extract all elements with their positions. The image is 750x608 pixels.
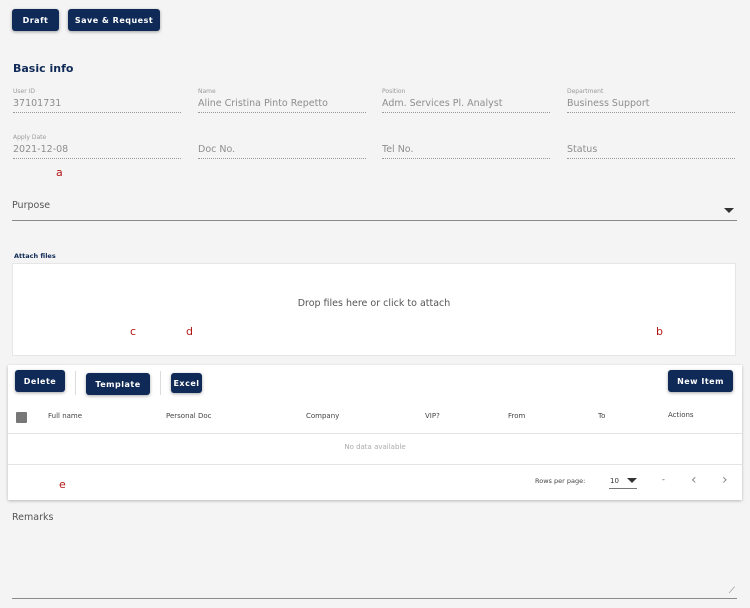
items-table-card: Delete Template Excel New Item Full name… <box>8 365 742 500</box>
marker-b: b <box>656 325 663 338</box>
remarks-textarea[interactable]: Remarks ⟋ <box>12 512 737 599</box>
department-field: Department Business Support <box>567 88 735 113</box>
marker-c: c <box>130 325 137 338</box>
template-button[interactable]: Template <box>86 373 150 395</box>
delete-button[interactable]: Delete <box>15 370 65 392</box>
field-label <box>382 134 550 143</box>
status-field[interactable]: Status <box>567 134 735 159</box>
tel-no-field[interactable]: Tel No. <box>382 134 550 159</box>
field-value: Business Support <box>567 97 735 113</box>
field-value: Aline Cristina Pinto Repetto <box>198 97 366 113</box>
user-id-field: User ID 37101731 <box>13 88 181 113</box>
file-dropzone[interactable]: Drop files here or click to attach c d b <box>12 263 736 356</box>
field-label: User ID <box>13 88 35 95</box>
doc-no-field[interactable]: Doc No. <box>198 134 366 159</box>
marker-d: d <box>186 325 193 338</box>
field-label: Position <box>382 88 406 95</box>
column-header-actions: Actions <box>668 411 694 419</box>
new-item-button[interactable]: New Item <box>668 370 733 392</box>
attach-files-label: Attach files <box>14 252 56 260</box>
rows-per-page-label: Rows per page: <box>535 477 586 485</box>
chevron-down-icon <box>627 478 637 483</box>
remarks-label: Remarks <box>12 512 54 523</box>
field-label: Name <box>198 88 216 95</box>
apply-date-field[interactable]: Apply Date 2021-12-08 <box>13 134 181 159</box>
column-header-to[interactable]: To <box>598 412 605 420</box>
field-label <box>567 134 735 143</box>
rows-per-page-select[interactable]: 10 <box>609 473 637 489</box>
status-input[interactable]: Status <box>567 143 735 159</box>
toolbar-divider <box>160 371 161 395</box>
field-label: Department <box>567 88 604 95</box>
header-divider <box>8 433 742 434</box>
resize-handle-icon[interactable]: ⟋ <box>729 586 735 596</box>
position-field: Position Adm. Services Pl. Analyst <box>382 88 550 113</box>
field-label <box>198 134 366 143</box>
doc-no-input[interactable]: Doc No. <box>198 143 366 159</box>
column-header-full-name[interactable]: Full name <box>48 412 82 420</box>
purpose-label: Purpose <box>12 200 51 211</box>
pagination-range: - <box>662 475 665 484</box>
empty-table-message: No data available <box>344 443 406 451</box>
draft-button[interactable]: Draft <box>12 9 59 31</box>
basic-info-title: Basic info <box>13 62 74 75</box>
field-label: Apply Date <box>13 134 47 141</box>
save-request-button[interactable]: Save & Request <box>68 9 160 31</box>
purpose-select[interactable]: Purpose <box>12 200 737 221</box>
footer-divider <box>8 464 742 465</box>
chevron-down-icon[interactable] <box>724 208 734 213</box>
field-value: Adm. Services Pl. Analyst <box>382 97 550 113</box>
field-value[interactable]: 2021-12-08 <box>13 143 181 159</box>
toolbar-divider <box>75 371 76 395</box>
marker-a: a <box>56 166 63 179</box>
next-page-icon[interactable]: › <box>722 473 728 487</box>
marker-e: e <box>59 478 66 491</box>
name-field: Name Aline Cristina Pinto Repetto <box>198 88 366 113</box>
dropzone-text: Drop files here or click to attach <box>297 298 451 309</box>
column-header-vip[interactable]: VIP? <box>425 412 440 420</box>
rows-per-page-value: 10 <box>610 477 619 485</box>
select-all-checkbox[interactable] <box>16 412 27 423</box>
column-header-personal-doc[interactable]: Personal Doc <box>166 412 212 420</box>
tel-no-input[interactable]: Tel No. <box>382 143 550 159</box>
column-header-from[interactable]: From <box>508 412 525 420</box>
column-header-company[interactable]: Company <box>306 412 339 420</box>
previous-page-icon[interactable]: ‹ <box>691 473 697 487</box>
field-value: 37101731 <box>13 97 181 113</box>
excel-button[interactable]: Excel <box>171 373 202 393</box>
